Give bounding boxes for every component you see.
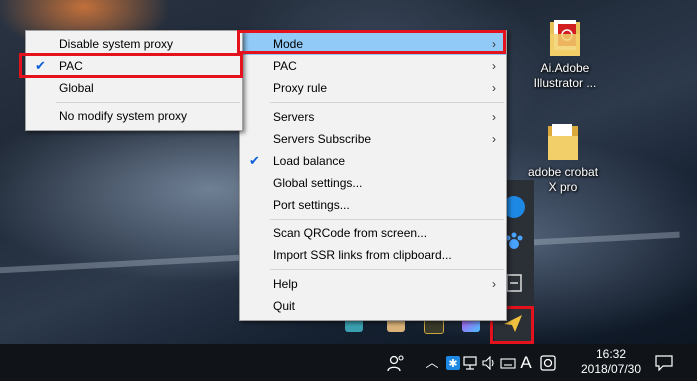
menu-separator [270,269,504,270]
menu-item-servers-subscribe[interactable]: Servers Subscribe › [240,128,506,150]
volume-icon[interactable] [481,344,499,381]
security-icon[interactable]: ✱ [445,344,461,381]
menu-item-scan-qrcode[interactable]: Scan QRCode from screen... [240,222,506,244]
clock-time: 16:32 [595,347,627,361]
menu-item-load-balance[interactable]: ✔ Load balance [240,150,506,172]
chevron-up-icon[interactable]: ︿ [424,344,440,381]
clock[interactable]: 16:32 2018/07/30 [575,344,647,381]
checkmark-icon: ✔ [249,153,260,168]
submenu-item-disable-label: Disable system proxy [59,37,174,51]
menu-item-scan-qrcode-label: Scan QRCode from screen... [273,226,428,240]
menu-item-pac-label: PAC [273,59,297,73]
menu-item-global-settings-label: Global settings... [273,176,363,190]
menu-item-servers-subscribe-label: Servers Subscribe [273,132,372,146]
desktop-icon-acrobat[interactable]: adobe crobat X pro [523,122,603,195]
chevron-right-icon: › [492,110,496,124]
desktop-icon-illustrator[interactable]: Ai.Adobe Illustrator ... [525,18,605,91]
submenu-item-no-modify[interactable]: No modify system proxy [26,105,242,127]
chevron-right-icon: › [492,132,496,146]
menu-item-help[interactable]: Help › [240,273,506,295]
ime-indicator[interactable]: A [518,344,534,381]
network-icon[interactable] [462,344,480,381]
checkmark-icon: ✔ [35,58,46,73]
chevron-right-icon: › [492,81,496,95]
clock-date: 2018/07/30 [580,362,642,376]
menu-item-quit[interactable]: Quit [240,295,506,317]
submenu-item-pac[interactable]: ✔ PAC [26,55,242,77]
menu-item-mode[interactable]: Mode › [240,33,506,55]
menu-item-port-settings-label: Port settings... [273,198,350,212]
submenu-item-no-modify-label: No modify system proxy [59,109,188,123]
menu-item-load-balance-label: Load balance [273,154,346,168]
context-menu-main: Mode › PAC › Proxy rule › Servers › Servers … [239,30,507,321]
menu-item-proxy-rule[interactable]: Proxy rule › [240,77,506,99]
menu-separator [270,102,504,103]
submenu-item-global-label: Global [59,81,94,95]
menu-separator [270,219,504,220]
chevron-right-icon: › [492,59,496,73]
submenu-item-pac-label: PAC [59,59,83,73]
menu-item-global-settings[interactable]: Global settings... [240,172,506,194]
notification-app-icon[interactable] [538,344,558,381]
submenu-item-global[interactable]: Global [26,77,242,99]
menu-item-servers-label: Servers [273,110,315,124]
menu-item-mode-label: Mode [273,37,304,51]
menu-item-import-ssr-label: Import SSR links from clipboard... [273,248,452,262]
menu-item-port-settings[interactable]: Port settings... [240,194,506,216]
action-center-icon[interactable] [652,344,676,381]
desktop-icon-illustrator-label: Ai.Adobe Illustrator ... [533,61,597,90]
pdf-folder-icon [548,18,582,58]
menu-item-servers[interactable]: Servers › [240,106,506,128]
submenu-item-disable-system-proxy[interactable]: Disable system proxy [26,33,242,55]
input-method-icon[interactable] [499,344,517,381]
svg-text:✱: ✱ [448,357,457,370]
chevron-right-icon: › [492,37,496,51]
menu-item-proxy-rule-label: Proxy rule [273,81,328,95]
chevron-right-icon: › [492,277,496,291]
menu-item-quit-label: Quit [273,299,296,313]
folder-icon [546,122,580,162]
desktop-icon-acrobat-label: adobe crobat X pro [527,165,599,194]
people-icon[interactable] [385,344,407,381]
menu-item-pac[interactable]: PAC › [240,55,506,77]
context-menu-mode-submenu: Disable system proxy ✔ PAC Global No modi… [25,30,243,131]
menu-separator [56,102,240,103]
menu-item-import-ssr[interactable]: Import SSR links from clipboard... [240,244,506,266]
menu-item-help-label: Help [273,277,298,291]
